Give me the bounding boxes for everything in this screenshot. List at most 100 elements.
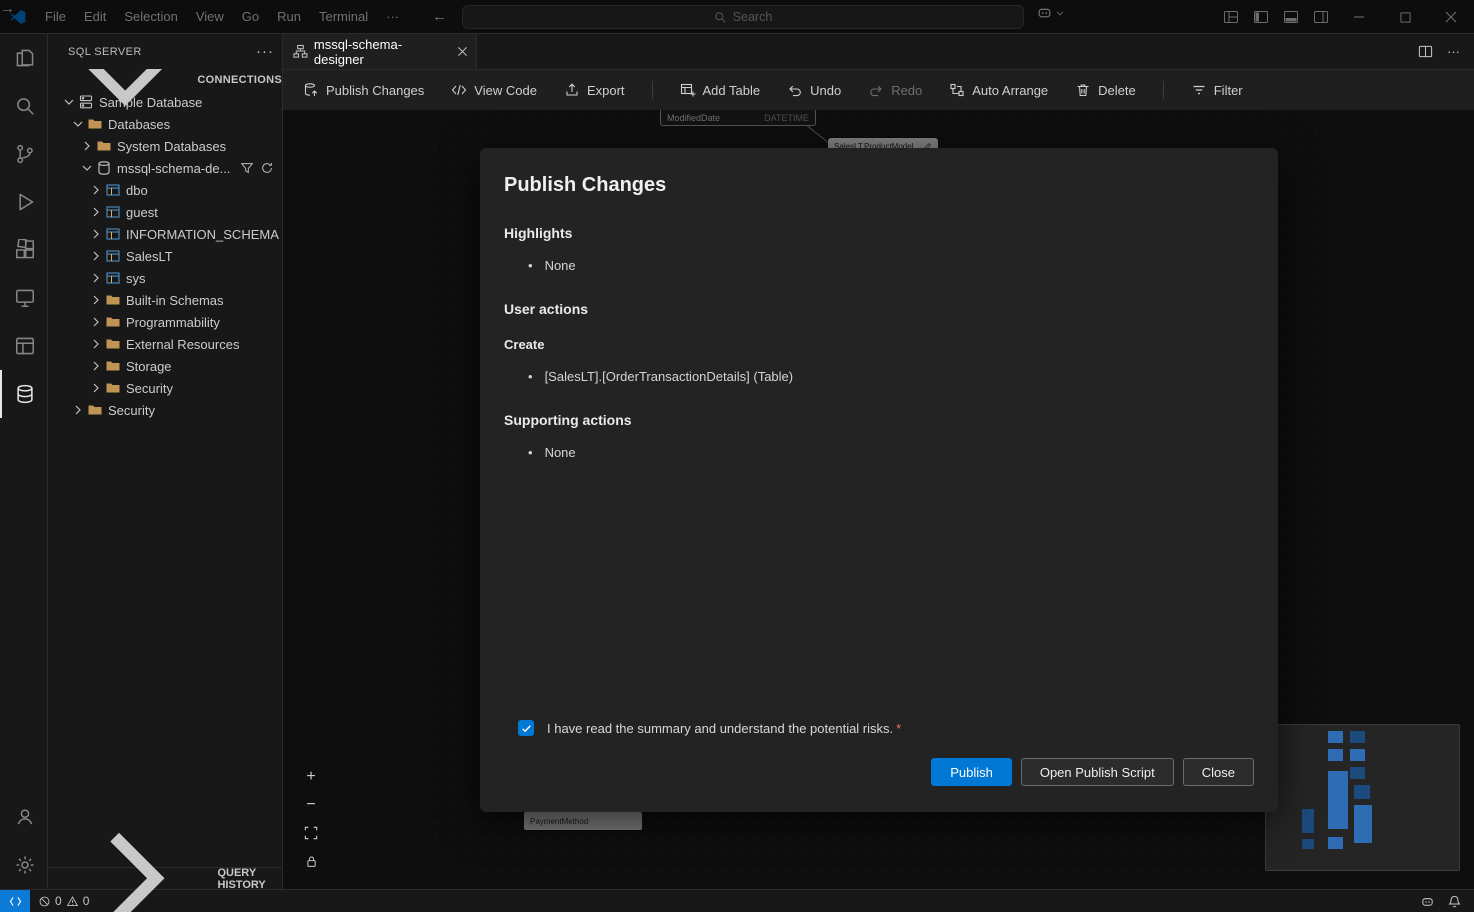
- account-icon[interactable]: [0, 793, 48, 841]
- sidebar-more-actions-icon[interactable]: ···: [256, 43, 274, 60]
- explorer-icon[interactable]: [0, 34, 48, 82]
- warning-icon: [66, 895, 79, 908]
- tree-item-mssql-schema-designer-db[interactable]: mssql-schema-de...: [48, 157, 282, 179]
- source-control-icon[interactable]: [0, 130, 48, 178]
- open-publish-script-button[interactable]: Open Publish Script: [1021, 758, 1174, 786]
- tree-item-built-in-schemas[interactable]: Built-in Schemas: [48, 289, 282, 311]
- tree-item-security-db[interactable]: Security: [48, 377, 282, 399]
- dialog-buttons: Publish Open Publish Script Close: [504, 758, 1254, 786]
- bell-icon[interactable]: [1447, 894, 1462, 909]
- folder-icon: [105, 336, 121, 352]
- undo-button[interactable]: Undo: [787, 82, 841, 98]
- database-icon: [96, 160, 112, 176]
- tree-item-external-resources[interactable]: External Resources: [48, 333, 282, 355]
- zoom-controls: + −: [301, 767, 321, 871]
- remote-explorer-icon[interactable]: [0, 274, 48, 322]
- fit-view-icon[interactable]: [301, 823, 321, 843]
- tree-item-sys[interactable]: sys: [48, 267, 282, 289]
- export-button[interactable]: Export: [564, 82, 625, 98]
- code-icon: [451, 82, 467, 98]
- error-count: 0: [55, 894, 62, 908]
- schema-icon: [105, 204, 121, 220]
- folder-icon: [105, 314, 121, 330]
- zoom-in-button[interactable]: +: [301, 767, 321, 787]
- publish-icon: [303, 82, 319, 98]
- schema-designer-icon: [293, 44, 308, 59]
- filter-button[interactable]: Filter: [1191, 82, 1243, 98]
- tree-item-storage[interactable]: Storage: [48, 355, 282, 377]
- auto-arrange-button[interactable]: Auto Arrange: [949, 82, 1048, 98]
- lock-icon[interactable]: [301, 851, 321, 871]
- filter-tree-icon[interactable]: [240, 161, 254, 175]
- settings-gear-icon[interactable]: [0, 841, 48, 889]
- connections-section-header[interactable]: CONNECTIONS: [48, 69, 282, 91]
- supporting-actions-heading: Supporting actions: [504, 412, 1254, 428]
- query-history-section-header[interactable]: QUERY HISTORY: [48, 867, 282, 889]
- highlights-heading: Highlights: [504, 225, 1254, 241]
- tree-item-guest[interactable]: guest: [48, 201, 282, 223]
- copilot-status-icon[interactable]: [1420, 894, 1435, 909]
- remote-indicator[interactable]: [0, 890, 30, 912]
- tree-item-dbo[interactable]: dbo: [48, 179, 282, 201]
- redo-icon: [868, 82, 884, 98]
- error-icon: [38, 895, 51, 908]
- run-debug-icon[interactable]: [0, 178, 48, 226]
- view-code-button[interactable]: View Code: [451, 82, 537, 98]
- split-editor-icon[interactable]: [1418, 44, 1433, 59]
- problems-indicator[interactable]: 0 0: [38, 894, 89, 908]
- folder-icon: [87, 402, 103, 418]
- status-bar: 0 0: [0, 889, 1474, 912]
- schema-icon: [105, 270, 121, 286]
- tree-item-security-server[interactable]: Security: [48, 399, 282, 421]
- tab-more-actions-icon[interactable]: ···: [1447, 44, 1460, 59]
- tree-item-information-schema[interactable]: INFORMATION_SCHEMA: [48, 223, 282, 245]
- object-explorer-icon[interactable]: [0, 322, 48, 370]
- schema-minimap[interactable]: [1265, 724, 1460, 871]
- checkbox-label: I have read the summary and understand t…: [547, 721, 901, 736]
- close-tab-icon[interactable]: [457, 46, 468, 57]
- tab-bar: mssql-schema-designer ···: [283, 34, 1474, 70]
- activity-bar: [0, 34, 48, 889]
- highlights-item: None: [504, 258, 1254, 273]
- extensions-icon[interactable]: [0, 226, 48, 274]
- publish-changes-button[interactable]: Publish Changes: [303, 82, 424, 98]
- schema-icon: [105, 248, 121, 264]
- schema-icon: [105, 182, 121, 198]
- dialog-title: Publish Changes: [504, 174, 1254, 197]
- user-actions-heading: User actions: [504, 301, 1254, 317]
- search-view-icon[interactable]: [0, 82, 48, 130]
- zoom-out-button[interactable]: −: [301, 795, 321, 815]
- add-table-button[interactable]: Add Table: [680, 82, 761, 98]
- create-heading: Create: [504, 337, 1254, 352]
- close-dialog-button[interactable]: Close: [1183, 758, 1254, 786]
- designer-toolbar: Publish Changes View Code Export Add Tab…: [283, 70, 1474, 110]
- add-table-icon: [680, 82, 696, 98]
- supporting-item: None: [504, 445, 1254, 460]
- remote-icon: [9, 895, 22, 908]
- tree-item-programmability[interactable]: Programmability: [48, 311, 282, 333]
- undo-icon: [787, 82, 803, 98]
- folder-icon: [105, 380, 121, 396]
- refresh-icon[interactable]: [260, 161, 274, 175]
- sql-server-icon[interactable]: [0, 370, 48, 418]
- toolbar-separator: [652, 81, 653, 99]
- trash-icon: [1075, 82, 1091, 98]
- filter-icon: [1191, 82, 1207, 98]
- toolbar-separator: [1163, 81, 1164, 99]
- auto-arrange-icon: [949, 82, 965, 98]
- sidebar-sql-server: SQL SERVER ··· CONNECTIONS Sample Databa…: [48, 34, 283, 889]
- schema-icon: [105, 226, 121, 242]
- forward-icon[interactable]: →: [0, 0, 1474, 33]
- folder-icon: [105, 358, 121, 374]
- publish-changes-dialog: Publish Changes Highlights None User act…: [480, 148, 1278, 812]
- tree-item-saleslt[interactable]: SalesLT: [48, 245, 282, 267]
- tab-mssql-schema-designer[interactable]: mssql-schema-designer: [283, 34, 477, 69]
- delete-button[interactable]: Delete: [1075, 82, 1136, 98]
- sidebar-title: SQL SERVER: [68, 46, 142, 58]
- risk-acknowledgement-row: I have read the summary and understand t…: [518, 720, 1254, 736]
- risk-acknowledgement-checkbox[interactable]: [518, 720, 534, 736]
- folder-icon: [105, 292, 121, 308]
- connections-tree: CONNECTIONS Sample Database Databases Sy…: [48, 69, 282, 867]
- redo-button[interactable]: Redo: [868, 82, 922, 98]
- publish-button[interactable]: Publish: [931, 758, 1012, 786]
